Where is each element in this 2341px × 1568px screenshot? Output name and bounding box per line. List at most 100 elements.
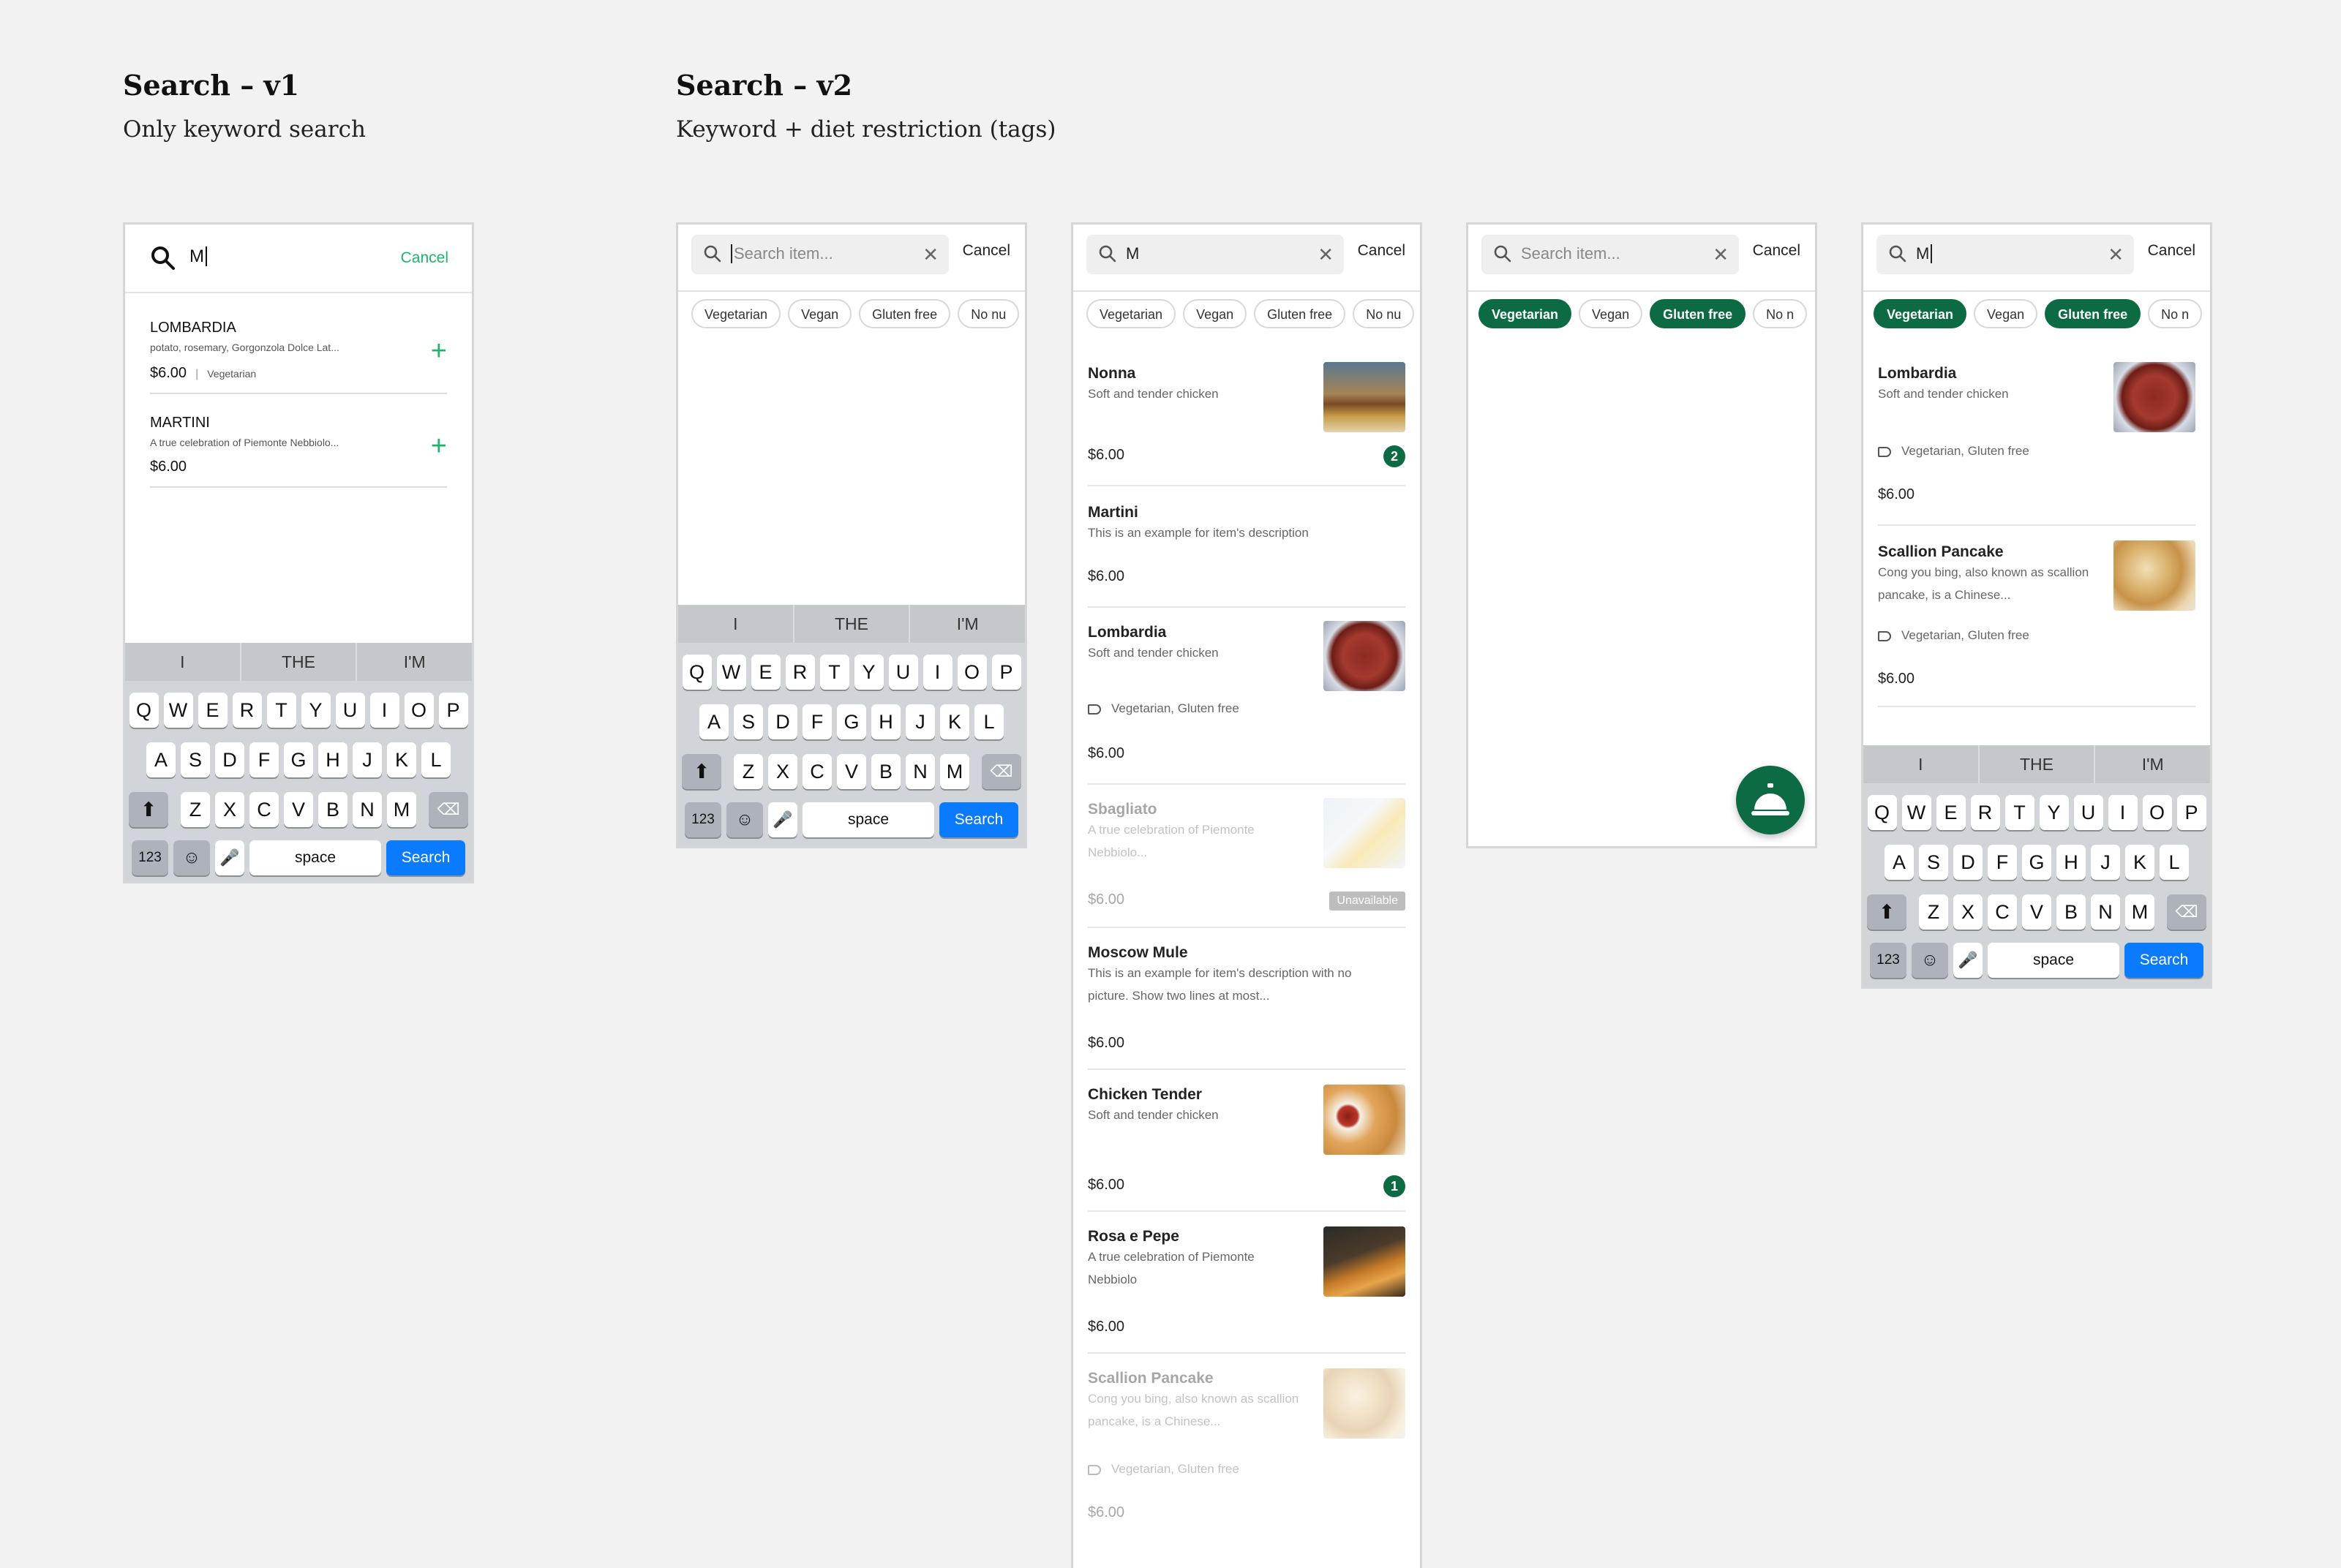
key[interactable]: T [266, 693, 296, 728]
key[interactable]: V [837, 754, 866, 789]
chip-vegetarian[interactable]: Vegetarian [691, 299, 781, 328]
backspace-icon[interactable]: ⌫ [982, 754, 1021, 789]
key[interactable]: S [734, 704, 763, 739]
key[interactable]: A [1885, 845, 1914, 880]
search-key[interactable]: Search [939, 802, 1018, 837]
chip-vegetarian[interactable]: Vegetarian [1478, 299, 1572, 328]
emoji-icon[interactable]: ☺ [173, 840, 210, 875]
chip-vegan[interactable]: Vegan [1183, 299, 1247, 328]
search-input[interactable]: Search item... ✕ [1481, 235, 1739, 274]
key[interactable]: Q [1867, 795, 1897, 830]
key[interactable]: U [335, 693, 365, 728]
cancel-button[interactable]: Cancel [963, 242, 1010, 260]
key[interactable]: J [353, 742, 382, 777]
key[interactable]: Z [734, 754, 763, 789]
clear-icon[interactable]: ✕ [923, 244, 939, 266]
key[interactable]: D [215, 742, 244, 777]
shift-icon[interactable]: ⬆ [682, 754, 721, 789]
key[interactable]: I [923, 655, 952, 690]
chip-vegan[interactable]: Vegan [1579, 299, 1643, 328]
key[interactable]: R [785, 655, 815, 690]
key[interactable]: D [768, 704, 797, 739]
chip-no-nuts[interactable]: No nu [1353, 299, 1415, 328]
emoji-icon[interactable]: ☺ [1912, 943, 1948, 978]
microphone-icon[interactable]: 🎤 [768, 802, 797, 837]
key[interactable]: H [871, 704, 901, 739]
result-item-rosa-e-pepe[interactable]: Rosa e Pepe A true celebration of Piemon… [1088, 1212, 1405, 1354]
key[interactable]: I [369, 693, 399, 728]
space-key[interactable]: space [249, 840, 381, 875]
result-item-martini[interactable]: Martini This is an example for item's de… [1088, 486, 1405, 608]
search-key[interactable]: Search [386, 840, 465, 875]
result-item-nonna[interactable]: Nonna Soft and tender chicken $6.00 2 [1088, 352, 1405, 486]
key[interactable]: P [991, 655, 1021, 690]
key[interactable]: J [2091, 845, 2120, 880]
key[interactable]: K [2125, 845, 2154, 880]
key[interactable]: K [940, 704, 969, 739]
key[interactable]: L [974, 704, 1004, 739]
key[interactable]: E [1936, 795, 1966, 830]
clear-icon[interactable]: ✕ [1713, 244, 1729, 266]
v1-search-input[interactable]: M [189, 246, 212, 267]
suggestion[interactable]: I'M [2095, 745, 2210, 783]
key[interactable]: A [146, 742, 176, 777]
key[interactable]: Y [854, 655, 884, 690]
v1-cancel-button[interactable]: Cancel [401, 249, 448, 267]
key[interactable]: C [1988, 894, 2017, 930]
result-item-chicken-tender[interactable]: Chicken Tender Soft and tender chicken $… [1088, 1070, 1405, 1212]
key[interactable]: A [699, 704, 729, 739]
key[interactable]: T [2004, 795, 2034, 830]
suggestion[interactable]: I [678, 605, 794, 643]
search-key[interactable]: Search [2124, 943, 2203, 978]
key[interactable]: Q [129, 693, 159, 728]
suggestion[interactable]: I'M [357, 643, 472, 681]
key[interactable]: F [1988, 845, 2017, 880]
key[interactable]: Z [1919, 894, 1948, 930]
service-bell-button[interactable] [1736, 766, 1805, 834]
chip-gluten-free[interactable]: Gluten free [1254, 299, 1346, 328]
search-input[interactable]: Search item... ✕ [691, 235, 949, 274]
key[interactable]: O [957, 655, 987, 690]
key[interactable]: S [1919, 845, 1948, 880]
key[interactable]: H [2056, 845, 2086, 880]
key[interactable]: Z [181, 792, 210, 827]
shift-icon[interactable]: ⬆ [129, 792, 168, 827]
key[interactable]: B [318, 792, 347, 827]
chip-vegetarian[interactable]: Vegetarian [1874, 299, 1967, 328]
key[interactable]: G [2022, 845, 2051, 880]
shift-icon[interactable]: ⬆ [1867, 894, 1906, 930]
key[interactable]: F [249, 742, 279, 777]
key[interactable]: N [2091, 894, 2120, 930]
key[interactable]: M [940, 754, 969, 789]
key[interactable]: G [284, 742, 313, 777]
result-item-sbagliato[interactable]: Sbagliato A true celebration of Piemonte… [1088, 785, 1405, 928]
key[interactable]: L [421, 742, 451, 777]
key[interactable]: X [768, 754, 797, 789]
key[interactable]: H [318, 742, 347, 777]
key[interactable]: X [215, 792, 244, 827]
key[interactable]: M [2125, 894, 2154, 930]
key[interactable]: Q [682, 655, 712, 690]
result-item-lombardia[interactable]: Lombardia Soft and tender chicken Vegeta… [1878, 352, 2195, 526]
key[interactable]: I [2108, 795, 2138, 830]
key[interactable]: T [819, 655, 849, 690]
microphone-icon[interactable]: 🎤 [215, 840, 244, 875]
key[interactable]: N [353, 792, 382, 827]
suggestion[interactable]: THE [794, 605, 911, 643]
key[interactable]: U [888, 655, 918, 690]
key[interactable]: R [1970, 795, 2000, 830]
emoji-icon[interactable]: ☺ [726, 802, 763, 837]
key[interactable]: J [906, 704, 935, 739]
key[interactable]: W [163, 693, 193, 728]
search-input[interactable]: M ✕ [1876, 235, 2134, 274]
result-item-scallion-pancake[interactable]: Scallion Pancake Cong you bing, also kno… [1878, 526, 2195, 707]
key[interactable]: C [803, 754, 832, 789]
key[interactable]: S [181, 742, 210, 777]
suggestion[interactable]: I [1863, 745, 1980, 783]
key[interactable]: U [2073, 795, 2103, 830]
key[interactable]: C [249, 792, 279, 827]
suggestion[interactable]: I [125, 643, 241, 681]
chip-gluten-free[interactable]: Gluten free [859, 299, 951, 328]
key[interactable]: R [232, 693, 262, 728]
key[interactable]: D [1953, 845, 1983, 880]
